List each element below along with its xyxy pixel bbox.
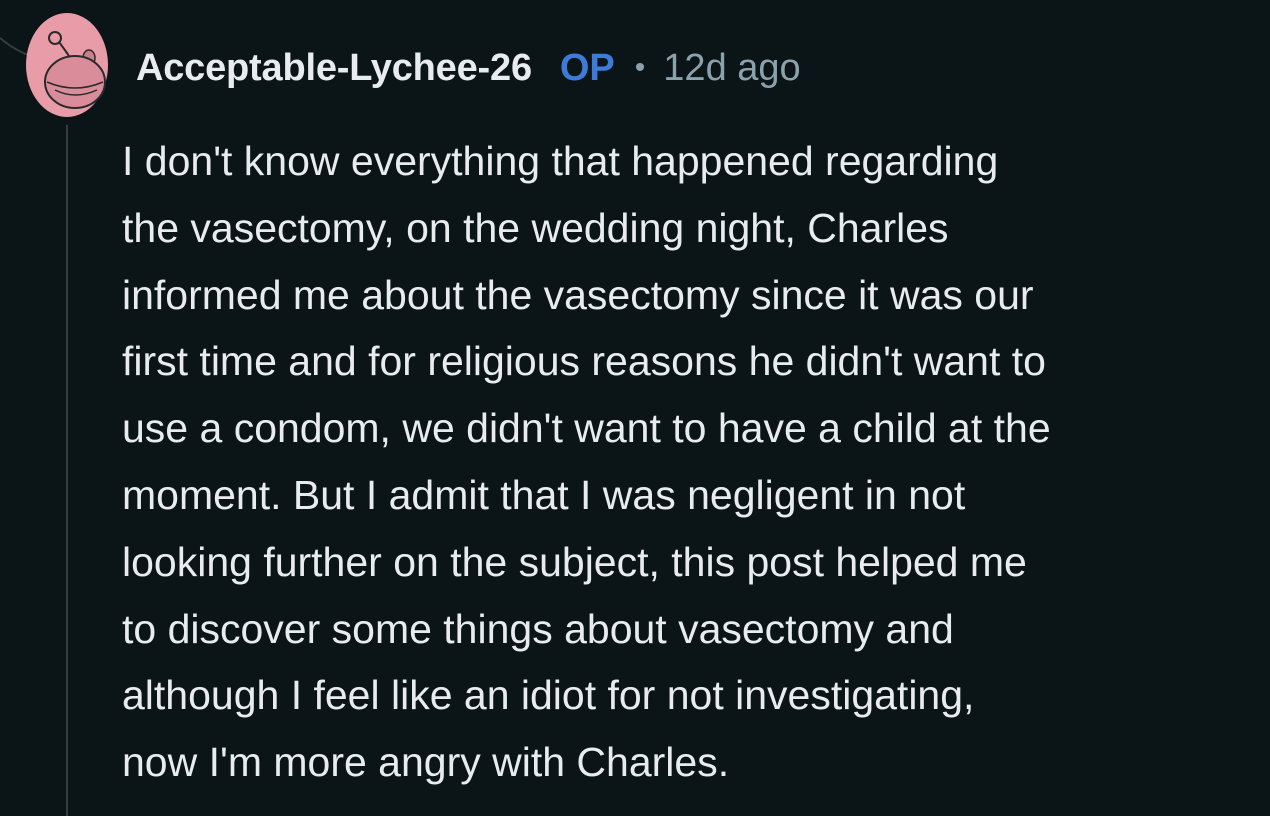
comment-header: Acceptable-Lychee-26 OP • 12d ago: [136, 40, 801, 96]
comment-body-line: to discover some things about vasectomy …: [122, 605, 954, 652]
separator-dot: •: [634, 51, 646, 84]
comment-body-line: I don't know everything that happened re…: [122, 138, 999, 184]
comment-body-line: use a condom, we didn't want to have a c…: [122, 405, 1051, 452]
username-link[interactable]: Acceptable-Lychee-26: [136, 47, 532, 90]
comment-body: I don't know everything that happened re…: [122, 128, 1252, 796]
comment-body-line: although I feel like an idiot for not in…: [122, 672, 975, 719]
reddit-snoo-avatar-icon[interactable]: [25, 12, 109, 118]
thread-line[interactable]: [66, 125, 68, 816]
comment-body-line: first time and for religious reasons he …: [122, 338, 1046, 385]
comment-body-line: moment. But I admit that I was negligent…: [122, 471, 966, 518]
comment-body-line: looking further on the subject, this pos…: [122, 538, 1027, 585]
comment-body-line: now I'm more angry with Charles.: [122, 739, 730, 786]
comment-timestamp[interactable]: 12d ago: [663, 47, 800, 90]
comment-container: Acceptable-Lychee-26 OP • 12d ago I don'…: [0, 0, 1270, 816]
comment-body-line: informed me about the vasectomy since it…: [122, 271, 1034, 318]
comment-body-line: the vasectomy, on the wedding night, Cha…: [122, 204, 949, 251]
op-badge: OP: [559, 46, 615, 89]
